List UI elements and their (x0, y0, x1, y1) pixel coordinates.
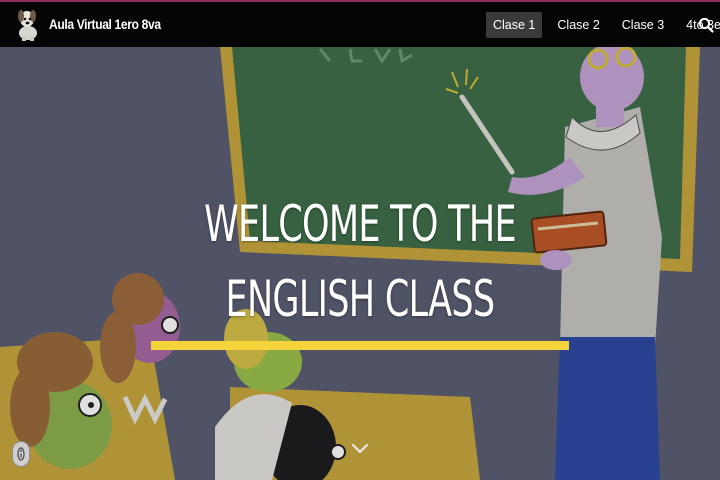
hero-title-line-1: WELCOME TO THE (204, 195, 516, 253)
main-nav: Clase 1 Clase 2 Clase 3 4to 3era (486, 12, 720, 38)
nav-item-clase-2[interactable]: Clase 2 (550, 12, 606, 38)
hero-accent-rule (151, 341, 569, 350)
hero-title: WELCOME TO THE ENGLISH CLASS (199, 187, 521, 337)
top-navigation-bar: Aula Virtual 1ero 8va Clase 1 Clase 2 Cl… (0, 0, 720, 47)
chevron-down-icon[interactable] (350, 442, 370, 456)
hero-title-line-2: ENGLISH CLASS (225, 270, 496, 328)
info-icon (17, 447, 25, 461)
nav-item-clase-1[interactable]: Clase 1 (486, 12, 543, 38)
info-button[interactable] (12, 441, 30, 467)
dog-logo-icon[interactable] (14, 7, 42, 41)
search-icon[interactable] (698, 17, 714, 33)
site-title[interactable]: Aula Virtual 1ero 8va (49, 16, 161, 32)
nav-item-clase-3[interactable]: Clase 3 (615, 12, 671, 38)
hero-banner: WELCOME TO THE ENGLISH CLASS (0, 47, 720, 480)
